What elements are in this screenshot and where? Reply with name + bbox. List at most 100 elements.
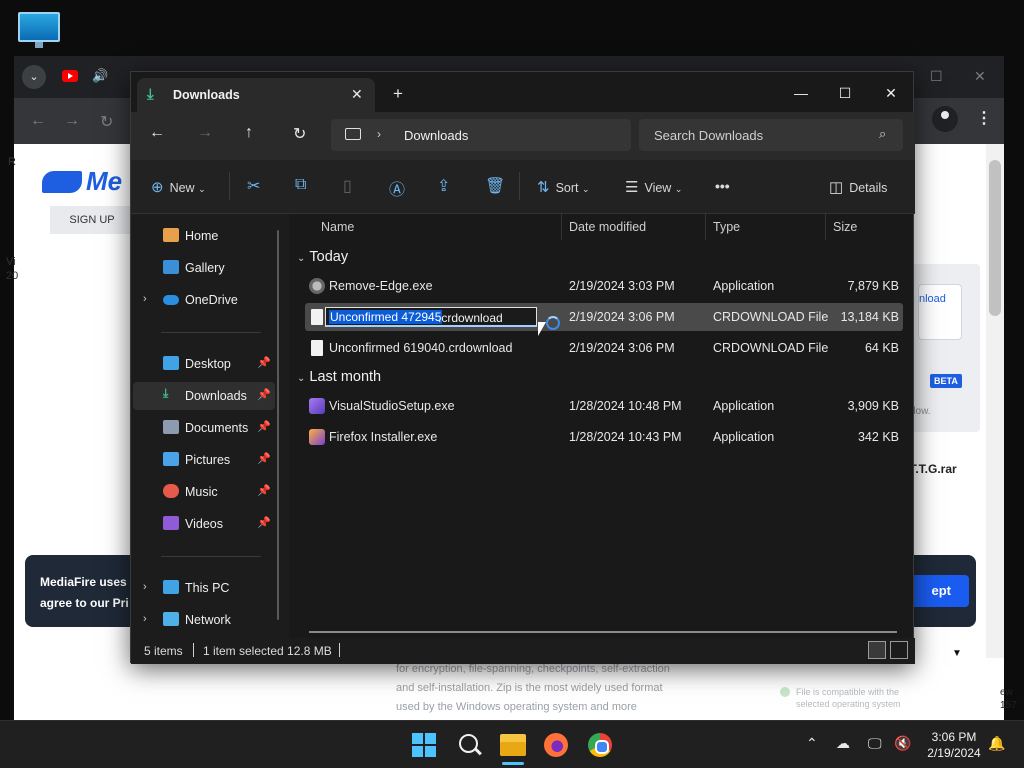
firefox-taskbar-icon[interactable] [544, 733, 568, 757]
network-tray-icon[interactable]: 🖵 [868, 735, 882, 752]
large-icons-view-icon[interactable] [890, 641, 908, 659]
show-hidden-icons-icon[interactable]: ⌃ [806, 735, 818, 752]
column-divider[interactable] [561, 214, 562, 240]
file-row-selected[interactable]: Unconfirmed 472945 .crdownload 2/19/2024… [305, 303, 903, 331]
nav-item-videos[interactable]: Videos 📌 [133, 510, 275, 538]
browser-close-icon[interactable]: ✕ [974, 68, 986, 85]
start-icon[interactable] [412, 733, 436, 757]
pin-icon[interactable]: 📌 [257, 516, 271, 529]
nav-label: Desktop [185, 357, 231, 371]
nav-item-gallery[interactable]: Gallery [133, 254, 275, 282]
nav-item-onedrive[interactable]: › OneDrive [133, 286, 275, 314]
breadcrumb-downloads[interactable]: Downloads [404, 128, 468, 143]
file-row[interactable]: VisualStudioSetup.exe 1/28/2024 10:48 PM… [305, 392, 903, 420]
browser-back-icon[interactable]: ← [30, 112, 46, 130]
browser-menu-icon[interactable]: ⋮ [976, 108, 992, 128]
close-tab-icon[interactable]: ✕ [351, 86, 363, 103]
nav-item-pictures[interactable]: Pictures 📌 [133, 446, 275, 474]
search-taskbar-icon[interactable] [458, 733, 482, 757]
busy-cursor-icon [546, 316, 560, 330]
speaker-icon[interactable]: 🔊 [92, 68, 108, 84]
rename-icon[interactable]: Ⓐ [389, 176, 405, 200]
nav-scrollbar[interactable] [277, 230, 279, 620]
tab-downloads[interactable]: ⤓ Downloads ✕ [137, 78, 375, 112]
group-header-today[interactable]: ⌄ Today [297, 249, 348, 265]
pin-icon[interactable]: 📌 [257, 484, 271, 497]
pin-icon[interactable]: 📌 [257, 420, 271, 433]
clock[interactable]: 3:06 PM 2/19/2024 [922, 729, 986, 761]
minimize-button[interactable]: — [781, 80, 821, 106]
share-icon[interactable]: ⇪ [437, 176, 450, 196]
pin-icon[interactable]: 📌 [257, 452, 271, 465]
column-header-name[interactable]: Name [321, 220, 354, 234]
onedrive-tray-icon[interactable]: ☁ [836, 735, 850, 752]
chevron-right-icon[interactable]: › [143, 613, 147, 625]
column-header-size[interactable]: Size [833, 220, 857, 234]
search-input[interactable]: Search Downloads [654, 128, 763, 143]
search-box[interactable]: Search Downloads ⌕ [639, 119, 903, 151]
page-scrollbar-thumb[interactable] [989, 160, 1001, 316]
paste-icon[interactable]: ▯ [343, 176, 352, 196]
mediafire-logo[interactable]: Me [42, 166, 122, 197]
horizontal-scrollbar[interactable] [309, 631, 897, 633]
column-divider[interactable] [705, 214, 706, 240]
column-header-type[interactable]: Type [713, 220, 740, 234]
chrome-taskbar-icon[interactable] [588, 733, 612, 757]
profile-icon[interactable] [932, 106, 958, 132]
new-tab-icon[interactable]: + [393, 84, 403, 104]
browser-forward-icon[interactable]: → [64, 112, 80, 130]
nav-item-downloads[interactable]: ⤓ Downloads 📌 [133, 382, 275, 410]
forward-icon[interactable]: → [197, 124, 213, 142]
column-header-date[interactable]: Date modified [569, 220, 646, 234]
nav-item-desktop[interactable]: Desktop 📌 [133, 350, 275, 378]
new-button[interactable]: ⊕ New ⌄ [151, 178, 206, 196]
browser-maximize-icon[interactable]: ☐ [930, 68, 943, 85]
nav-item-music[interactable]: Music 📌 [133, 478, 275, 506]
cut-icon[interactable]: ✂ [247, 176, 260, 196]
file-explorer-taskbar-icon[interactable] [500, 734, 526, 756]
dropdown-arrow-icon[interactable]: ▼ [952, 648, 962, 659]
file-row[interactable]: Firefox Installer.exe 1/28/2024 10:43 PM… [305, 423, 903, 451]
browser-reload-icon[interactable]: ↻ [100, 112, 113, 132]
delete-icon[interactable]: 🗑 [485, 176, 505, 196]
youtube-icon[interactable] [62, 70, 78, 82]
signup-button[interactable]: SIGN UP [50, 206, 134, 234]
maximize-button[interactable]: ☐ [825, 80, 865, 106]
group-header-last-month[interactable]: ⌄ Last month [297, 369, 381, 385]
sort-button[interactable]: ⇅ Sort ⌄ [537, 178, 590, 196]
nav-item-this-pc[interactable]: › This PC [133, 574, 275, 602]
nav-item-network[interactable]: › Network [133, 606, 275, 634]
address-bar[interactable]: › Downloads [331, 119, 631, 151]
up-icon[interactable]: ↑ [245, 124, 253, 142]
nav-item-home[interactable]: Home [133, 222, 275, 250]
pc-icon [163, 580, 179, 594]
download-button[interactable]: nload [918, 284, 962, 340]
pin-icon[interactable]: 📌 [257, 356, 271, 369]
column-divider[interactable] [825, 214, 826, 240]
back-icon[interactable]: ← [149, 124, 165, 142]
nav-item-documents[interactable]: Documents 📌 [133, 414, 275, 442]
refresh-icon[interactable]: ↻ [293, 124, 306, 144]
more-options-icon[interactable]: ••• [715, 178, 730, 194]
file-icon [311, 309, 323, 325]
view-button[interactable]: ☰ View ⌄ [625, 178, 682, 196]
details-view-icon[interactable] [868, 641, 886, 659]
close-button[interactable]: ✕ [871, 80, 911, 106]
volume-muted-icon[interactable]: 🔇 [894, 735, 911, 752]
desktop-monitor-icon[interactable] [18, 12, 60, 48]
tab-search-chevron-icon[interactable]: ⌄ [22, 65, 46, 89]
file-row[interactable]: Unconfirmed 619040.crdownload 2/19/2024 … [305, 334, 903, 362]
pin-icon[interactable]: 📌 [257, 388, 271, 401]
file-size: 64 KB [864, 341, 899, 355]
rename-input[interactable]: Unconfirmed 472945 .crdownload [325, 307, 537, 327]
chevron-right-icon[interactable]: › [377, 127, 381, 141]
file-row[interactable]: Remove-Edge.exe 2/19/2024 3:03 PM Applic… [305, 272, 903, 300]
details-button[interactable]: ◫ Details [829, 178, 887, 196]
chevron-right-icon[interactable]: › [143, 581, 147, 593]
copy-icon[interactable]: ⧉ [295, 176, 306, 194]
documents-icon [163, 420, 179, 434]
rename-extension-text: .crdownload [438, 311, 503, 325]
chevron-right-icon[interactable]: › [143, 293, 147, 305]
search-icon[interactable]: ⌕ [879, 126, 886, 142]
notification-bell-icon[interactable]: 🔔 [988, 735, 1005, 752]
